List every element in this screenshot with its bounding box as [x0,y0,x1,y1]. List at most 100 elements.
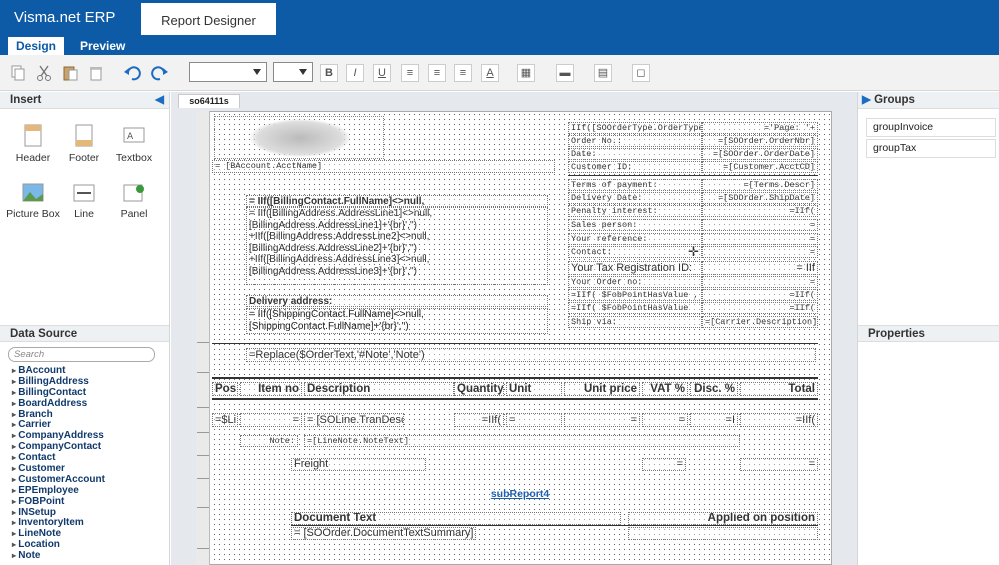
align-center-icon[interactable]: ≡ [428,64,446,82]
your-reference-label[interactable]: Your reference: [568,233,702,245]
document-text-label[interactable]: Document Text [291,512,621,525]
sales-person-label[interactable]: Sales person: [568,219,702,231]
delivery-address-label[interactable]: Delivery address: [246,295,548,307]
applied-on-position-label[interactable]: Applied on position [628,512,818,525]
font-family-select[interactable] [189,62,267,82]
insert-textbox-tool[interactable]: A Textbox [107,124,161,174]
datasource-item[interactable]: FOBPoint [12,496,162,508]
align-left-icon[interactable]: ≡ [401,64,419,82]
col-unit-price[interactable]: Unit price [564,382,640,396]
your-reference-field[interactable]: = [702,233,818,245]
align-bottom-icon[interactable]: ▬ [556,64,574,82]
delivery-date-field[interactable]: =[SOOrder.ShipDate] [702,192,818,204]
order-date-field[interactable]: =[SOOrder.OrderDate] [702,148,818,160]
page-number-field[interactable]: ='Page: '+ [702,122,818,134]
subreport-link[interactable]: subReport4 [480,488,560,500]
penalty-interest-label[interactable]: Penalty interest: [568,205,702,217]
tab-report-designer[interactable]: Report Designer [141,0,276,35]
order-no-field[interactable]: =[SOOrder.OrderNbr] [702,135,818,147]
bold-button[interactable]: B [320,64,338,82]
note-label[interactable]: Note: [240,435,298,447]
acct-name-field[interactable]: = [BAccount.AcctName] [212,160,555,173]
item-no-field[interactable]: = [240,413,302,427]
fob-point-label[interactable]: =IIf( $FobPointHasValue [568,302,702,314]
insert-header-tool[interactable]: Header [6,124,60,174]
copy-icon[interactable] [8,63,28,83]
col-pos[interactable]: Pos [212,382,238,396]
col-unit[interactable]: Unit [506,382,562,396]
italic-button[interactable]: I [346,64,364,82]
quantity-field[interactable]: =IIf( [454,413,504,427]
delivery-date-label[interactable]: Delivery Date: [568,192,702,204]
font-color-icon[interactable]: A [481,64,499,82]
col-description[interactable]: Description [304,382,454,396]
tab-preview[interactable]: Preview [72,37,133,55]
brand-logo[interactable]: Visma.net ERP [0,0,138,35]
group-item[interactable]: groupInvoice [866,118,996,137]
billing-address-field[interactable]: = IIf([BillingAddress.AddressLine1]<>nul… [246,207,548,285]
freight-total-field[interactable]: = [740,458,818,471]
paste-icon[interactable] [60,63,80,83]
datasource-item[interactable]: Note [12,550,162,562]
order-no-label[interactable]: Order No.: [568,135,702,147]
col-quantity[interactable]: Quantity [454,382,504,396]
fob-point-label[interactable]: =IIf( $FobPointHasValue , [568,289,702,301]
billing-contact-field[interactable]: = IIf([BillingContact.FullName]<>null, [246,195,548,207]
undo-icon[interactable] [122,63,142,83]
total-field[interactable]: =IIf( [740,413,818,427]
document-text-summary-field[interactable]: = [SOOrder.DocumentTextSummary] [291,527,476,540]
tax-registration-label[interactable]: Your Tax Registration ID: [568,261,702,275]
layout-icon[interactable]: ▤ [594,64,612,82]
freight-vat-field[interactable]: = [642,458,686,471]
align-right-icon[interactable]: ≡ [454,64,472,82]
customer-id-label[interactable]: Customer ID: [568,161,702,173]
fob-point-field[interactable]: =IIf( [702,289,818,301]
tab-design[interactable]: Design [8,37,65,55]
cut-icon[interactable] [34,63,54,83]
document-tab[interactable]: so64111s [178,94,240,108]
terms-label[interactable]: Terms of payment: [568,179,702,191]
carrier-field[interactable]: =[Carrier.Description] [702,316,818,328]
insert-line-tool[interactable]: Line [57,182,111,232]
group-item[interactable]: groupTax [866,139,996,158]
insert-panel-tool[interactable]: Panel [107,182,161,232]
insert-picture-tool[interactable]: Picture Box [6,182,60,236]
col-vat[interactable]: VAT % [642,382,688,396]
font-size-select[interactable] [273,62,313,82]
customer-id-field[interactable]: =[Customer.AcctCD] [702,161,818,173]
ship-via-label[interactable]: Ship via: [568,316,702,328]
tran-desc-field[interactable]: = [SOLine.TranDesc] [304,413,404,427]
delete-icon[interactable] [86,63,106,83]
col-item-no[interactable]: Item no [240,382,302,396]
collapse-icon[interactable]: ◀ [155,92,164,109]
penalty-interest-field[interactable]: =IIf( [702,205,818,217]
datasource-item[interactable]: BoardAddress [12,398,162,410]
your-order-no-field[interactable]: = [702,276,818,288]
expand-icon[interactable]: ▶ [862,94,871,106]
order-type-label[interactable]: IIf([SOOrderType.OrderType [568,122,702,134]
sales-person-field[interactable]: = [702,219,818,231]
terms-field[interactable]: =[Terms.Descr] [702,179,818,191]
disc-field[interactable]: =I [690,413,738,427]
datasource-search-input[interactable]: Search [8,347,155,362]
unit-field[interactable]: = [506,413,562,427]
contact-label[interactable]: Contact: [568,246,702,258]
unit-price-field[interactable]: = [564,413,640,427]
underline-button[interactable]: U [373,64,391,82]
insert-footer-tool[interactable]: Footer [57,124,111,174]
fob-point-field[interactable]: =IIf( [702,302,818,314]
order-text-field[interactable]: =Replace($OrderText,'#Note','Note') [246,348,816,362]
contact-field[interactable]: = [702,246,818,258]
logo-picture-box[interactable] [214,116,384,159]
vat-field[interactable]: = [642,413,688,427]
note-text-field[interactable]: =[LineNote.NoteText] [304,435,740,447]
col-total[interactable]: Total [740,382,818,396]
redo-icon[interactable] [150,63,170,83]
tax-registration-field[interactable]: = IIf [702,261,818,275]
applied-position-field[interactable] [628,527,818,540]
your-order-no-label[interactable]: Your Order no: [568,276,702,288]
col-disc[interactable]: Disc. % [690,382,738,396]
page-size-icon[interactable]: ◻ [632,64,650,82]
line-pos-field[interactable]: =$Li [212,413,238,427]
border-icon[interactable]: ▦ [517,64,535,82]
